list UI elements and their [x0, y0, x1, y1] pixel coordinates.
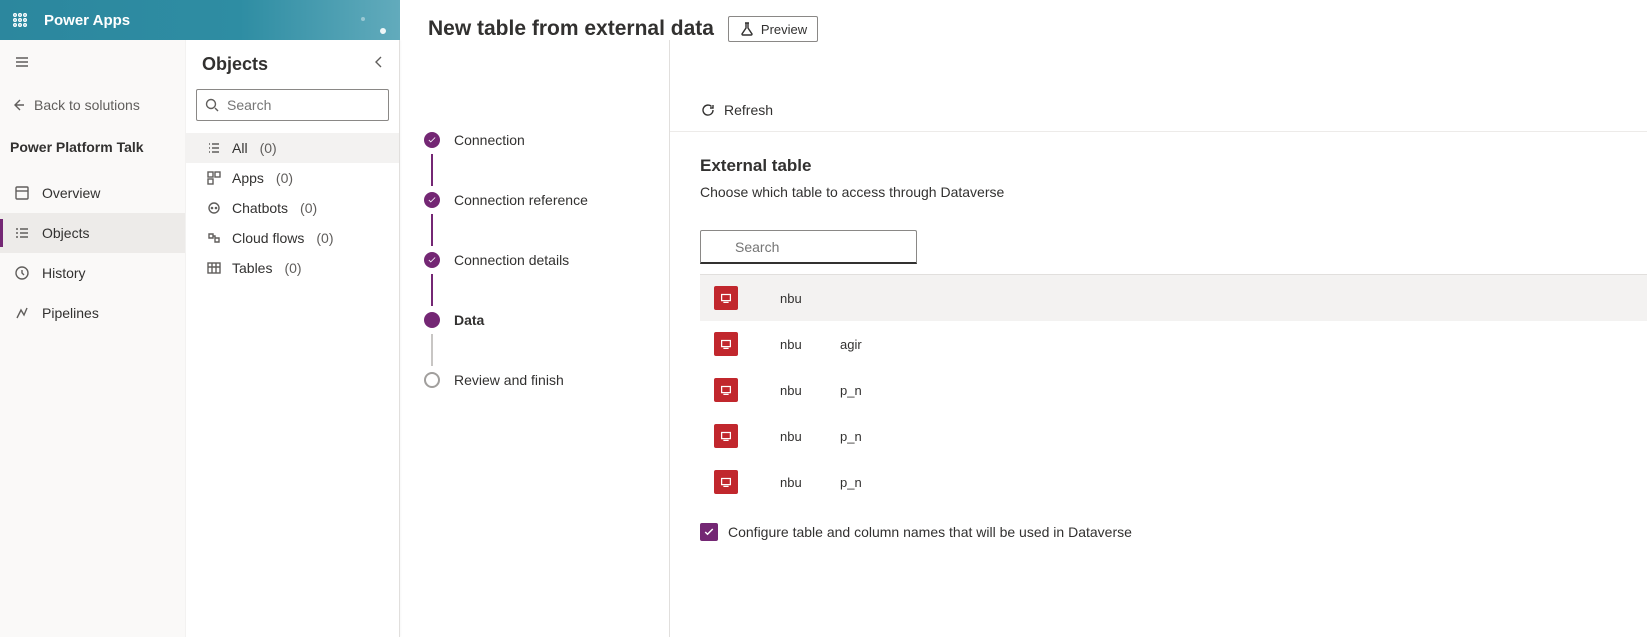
- sql-icon: [714, 332, 738, 356]
- page-title: New table from external data: [428, 17, 714, 41]
- row-label: Chatbots: [232, 200, 288, 216]
- step-label: Data: [454, 312, 484, 328]
- check-icon: [424, 132, 440, 148]
- objects-row-apps[interactable]: Apps (0): [186, 163, 399, 193]
- nav-objects[interactable]: Objects: [0, 213, 185, 253]
- search-icon: [204, 97, 220, 118]
- row-label: Apps: [232, 170, 264, 186]
- table-row[interactable]: nbu p_n: [700, 459, 1647, 505]
- current-dot-icon: [424, 312, 440, 328]
- brand-title: Power Apps: [44, 12, 130, 29]
- row-count: (0): [300, 200, 317, 216]
- step-label: Review and finish: [454, 372, 564, 388]
- objects-panel: Objects All (0) Apps (0) Chatbots (0): [186, 40, 400, 637]
- external-table-heading: External table: [700, 156, 1647, 176]
- objects-row-tables[interactable]: Tables (0): [186, 253, 399, 283]
- step-label: Connection details: [454, 252, 569, 268]
- row-c2: p_n: [840, 475, 880, 490]
- sql-icon: [714, 378, 738, 402]
- back-to-solutions[interactable]: Back to solutions: [10, 97, 185, 113]
- solution-name: Power Platform Talk: [10, 139, 185, 155]
- row-c1: nbu: [780, 429, 840, 444]
- row-count: (0): [260, 140, 277, 156]
- row-c1: nbu: [780, 337, 840, 352]
- row-count: (0): [284, 260, 301, 276]
- step-review[interactable]: Review and finish: [424, 366, 657, 394]
- nav-history[interactable]: History: [0, 253, 185, 293]
- row-c1: nbu: [780, 291, 840, 306]
- configure-label: Configure table and column names that wi…: [728, 524, 1132, 540]
- step-connection[interactable]: Connection: [424, 126, 657, 154]
- row-count: (0): [276, 170, 293, 186]
- row-c2: agir: [840, 337, 880, 352]
- header-shade: [972, 275, 1647, 321]
- app-launcher-icon[interactable]: [0, 0, 40, 40]
- pipelines-icon: [14, 305, 30, 321]
- arrow-left-icon: [10, 97, 26, 113]
- table-icon: [206, 260, 222, 276]
- row-c1: nbu: [780, 475, 840, 490]
- external-table-sub: Choose which table to access through Dat…: [700, 184, 1647, 200]
- refresh-icon: [700, 102, 716, 118]
- main-content: Refresh External table Choose which tabl…: [670, 40, 1647, 637]
- history-icon: [14, 265, 30, 281]
- preview-label: Preview: [761, 22, 807, 37]
- preview-button[interactable]: Preview: [728, 16, 818, 42]
- nav-objects-label: Objects: [42, 225, 89, 241]
- overview-icon: [14, 185, 30, 201]
- sql-icon: [714, 424, 738, 448]
- left-nav: Back to solutions Power Platform Talk Ov…: [0, 40, 186, 637]
- wizard-steps: Connection Connection reference Connecti…: [400, 40, 670, 637]
- hamburger-icon[interactable]: [14, 54, 185, 75]
- apps-icon: [206, 170, 222, 186]
- step-connection-details[interactable]: Connection details: [424, 246, 657, 274]
- objects-row-flows[interactable]: Cloud flows (0): [186, 223, 399, 253]
- page-title-row: New table from external data Preview: [428, 16, 818, 42]
- table-search-input[interactable]: [700, 230, 917, 264]
- nav-overview[interactable]: Overview: [0, 173, 185, 213]
- step-label: Connection: [454, 132, 525, 148]
- nav-pipelines[interactable]: Pipelines: [0, 293, 185, 333]
- collapse-panel-icon[interactable]: [371, 54, 387, 75]
- table-row[interactable]: nbu agir: [700, 321, 1647, 367]
- flow-icon: [206, 230, 222, 246]
- decor-dot: [380, 28, 386, 34]
- step-label: Connection reference: [454, 192, 588, 208]
- app-bar: Power Apps: [0, 0, 400, 40]
- check-icon: [424, 252, 440, 268]
- table-row[interactable]: nbu p_n: [700, 367, 1647, 413]
- flask-icon: [739, 21, 755, 37]
- row-c2: p_n: [840, 383, 880, 398]
- step-connection-reference[interactable]: Connection reference: [424, 186, 657, 214]
- configure-checkbox[interactable]: [700, 523, 718, 541]
- row-label: Tables: [232, 260, 272, 276]
- row-count: (0): [316, 230, 333, 246]
- refresh-button[interactable]: Refresh: [700, 102, 773, 118]
- sql-icon: [714, 286, 738, 310]
- configure-checkbox-row: Configure table and column names that wi…: [700, 523, 1647, 541]
- objects-row-chatbots[interactable]: Chatbots (0): [186, 193, 399, 223]
- row-label: Cloud flows: [232, 230, 304, 246]
- check-icon: [424, 192, 440, 208]
- table-row[interactable]: nbu p_n: [700, 413, 1647, 459]
- objects-search-input[interactable]: [196, 89, 389, 121]
- table-list: nbu nbu agir nbu p_n nbu p_n: [700, 274, 1647, 505]
- pending-dot-icon: [424, 372, 440, 388]
- objects-icon: [14, 225, 30, 241]
- step-data[interactable]: Data: [424, 306, 657, 334]
- objects-row-all[interactable]: All (0): [186, 133, 399, 163]
- nav-history-label: History: [42, 265, 86, 281]
- sql-icon: [714, 470, 738, 494]
- row-c2: p_n: [840, 429, 880, 444]
- nav-pipelines-label: Pipelines: [42, 305, 99, 321]
- toolbar: Refresh: [670, 88, 1647, 132]
- back-label: Back to solutions: [34, 97, 140, 113]
- refresh-label: Refresh: [724, 102, 773, 118]
- row-c1: nbu: [780, 383, 840, 398]
- objects-title: Objects: [202, 54, 268, 75]
- nav-overview-label: Overview: [42, 185, 100, 201]
- chatbot-icon: [206, 200, 222, 216]
- row-label: All: [232, 140, 248, 156]
- list-icon: [206, 140, 222, 156]
